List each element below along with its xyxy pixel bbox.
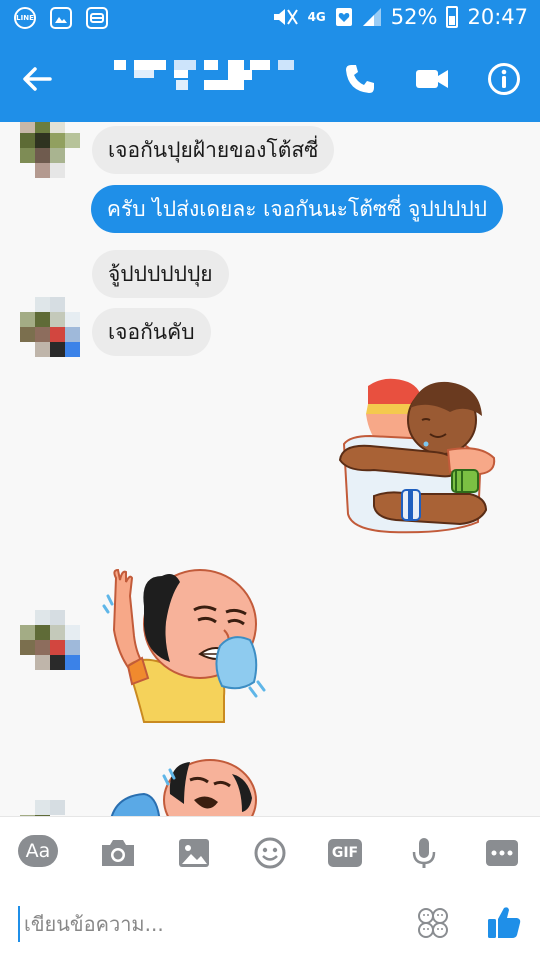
- gallery-icon[interactable]: [174, 835, 214, 871]
- hug-sticker[interactable]: [330, 374, 500, 536]
- battery-percent: 52%: [390, 5, 438, 29]
- message-list[interactable]: เจอกันปุยฝ้ายของโต้สซี่ ครับ ไปส่งเดยละ …: [0, 122, 540, 816]
- more-options-icon[interactable]: [482, 835, 522, 871]
- camera-icon[interactable]: [98, 835, 138, 871]
- notification-icons: LINE: [14, 7, 108, 29]
- gif-button[interactable]: GIF: [328, 835, 364, 871]
- emoji-icon[interactable]: [250, 835, 290, 871]
- system-status: 4G 52% 20:47: [271, 5, 528, 29]
- outgoing-message[interactable]: ครับ ไปส่งเดยละ เจอกันนะโต้ซซี่ จูปปปปป: [90, 185, 503, 233]
- card-icon: [86, 7, 108, 29]
- video-call-icon[interactable]: [414, 62, 450, 96]
- phone-call-icon[interactable]: [343, 62, 377, 96]
- status-bar: LINE 4G 52% 20:47: [0, 0, 540, 38]
- contact-avatar[interactable]: [20, 610, 80, 670]
- signal-icon: [362, 8, 381, 26]
- microphone-icon[interactable]: [404, 835, 444, 871]
- clock: 20:47: [467, 5, 528, 29]
- sticker-icon[interactable]: [416, 906, 450, 940]
- text-format-button[interactable]: Aa: [18, 835, 58, 871]
- contact-avatar[interactable]: [20, 297, 80, 357]
- back-arrow-icon[interactable]: [20, 62, 54, 96]
- aa-label: Aa: [18, 835, 58, 867]
- incoming-message[interactable]: เจอกันปุยฝ้ายของโต้สซี่: [92, 126, 335, 174]
- info-icon[interactable]: [487, 62, 521, 96]
- network-type: 4G: [307, 10, 326, 24]
- mute-icon: [273, 9, 298, 25]
- battery-icon: [446, 6, 459, 28]
- message-input[interactable]: [18, 906, 398, 942]
- message-notification-icon: [335, 8, 352, 26]
- message-input-row: [0, 888, 540, 960]
- like-thumbs-up-icon[interactable]: [486, 904, 522, 940]
- line-app-icon: LINE: [14, 7, 36, 29]
- incoming-message[interactable]: เจอกันคับ: [92, 308, 211, 356]
- contact-avatar[interactable]: [20, 800, 80, 816]
- gallery-icon: [50, 7, 72, 29]
- incoming-message[interactable]: จู้ปปปปปปุย: [92, 250, 229, 298]
- composer-toolbar: Aa GIF: [0, 816, 540, 888]
- crying-man-sticker[interactable]: [100, 566, 266, 726]
- contact-avatar[interactable]: [20, 122, 80, 178]
- gif-label: GIF: [328, 839, 362, 867]
- crying-man-sticker-2[interactable]: [110, 754, 260, 816]
- conversation-header: [0, 38, 540, 122]
- contact-name-pixelated[interactable]: [110, 56, 300, 104]
